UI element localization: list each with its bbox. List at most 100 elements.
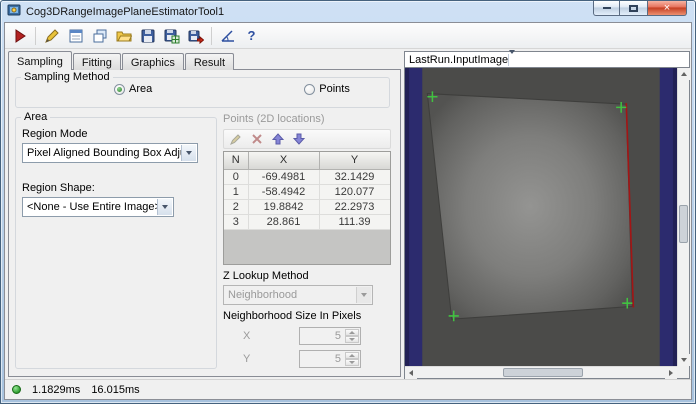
column-header-n: N xyxy=(224,152,249,170)
radio-points-label: Points xyxy=(319,83,350,95)
radio-area[interactable]: Area xyxy=(114,83,152,95)
horizontal-scroll-thumb[interactable] xyxy=(502,368,583,377)
range-plane-quad xyxy=(426,92,633,320)
range-image xyxy=(405,68,677,366)
angle-icon xyxy=(220,29,234,42)
triangle-left-icon xyxy=(409,370,413,376)
region-shape-combo[interactable]: <None - Use Entire Image> xyxy=(22,197,174,217)
scroll-right-button[interactable] xyxy=(665,367,677,379)
triangle-down-icon xyxy=(681,358,687,362)
region-mode-combo[interactable]: Pixel Aligned Bounding Box Adjust Mask xyxy=(22,143,198,163)
chevron-down-icon[interactable] xyxy=(157,199,172,215)
radio-points[interactable]: Points xyxy=(304,83,350,95)
z-lookup-combo: Neighborhood xyxy=(223,285,373,305)
cell-x: -69.4981 xyxy=(248,169,320,185)
cascade-windows-button[interactable] xyxy=(88,25,111,47)
help-button[interactable]: ? xyxy=(240,25,263,47)
scroll-left-button[interactable] xyxy=(405,367,417,379)
cell-y: 120.077 xyxy=(319,184,390,200)
cell-y: 111.39 xyxy=(319,214,390,230)
toolbar-separator xyxy=(211,26,212,45)
horizontal-scrollbar[interactable] xyxy=(405,366,677,379)
table-row: 2 19.8842 22.2973 xyxy=(224,199,390,215)
neighborhood-x-row: X 5 xyxy=(243,327,393,345)
chevron-down-icon[interactable] xyxy=(508,49,516,66)
x-label: X xyxy=(243,330,251,342)
add-point-icon xyxy=(230,134,241,145)
cell-n: 2 xyxy=(224,199,249,215)
tab-strip: Sampling Fitting Graphics Result xyxy=(8,51,401,70)
sampling-method-group: Sampling Method Area Points xyxy=(15,71,390,108)
save-button[interactable] xyxy=(136,25,159,47)
tab-result[interactable]: Result xyxy=(184,53,235,70)
spin-down-icon xyxy=(345,336,359,343)
points-section-label: Points (2D locations) xyxy=(223,113,325,125)
cell-y: 22.2973 xyxy=(319,199,390,215)
vertical-scrollbar[interactable] xyxy=(677,68,690,366)
cell-n: 0 xyxy=(224,169,249,185)
points-toolbar xyxy=(223,129,391,149)
chevron-down-icon xyxy=(356,287,371,303)
app-icon xyxy=(7,3,21,20)
save-icon xyxy=(141,29,154,42)
cell-y: 32.1429 xyxy=(319,169,390,185)
minimize-button[interactable] xyxy=(593,1,620,16)
image-display xyxy=(404,68,690,379)
cell-x: 28.861 xyxy=(248,214,320,230)
sampling-method-label: Sampling Method xyxy=(24,71,110,83)
vertical-scroll-thumb[interactable] xyxy=(679,205,688,244)
column-header-x: X xyxy=(248,152,320,170)
close-icon: × xyxy=(663,1,671,14)
x-size-stepper: 5 xyxy=(299,327,361,345)
close-button[interactable]: × xyxy=(647,1,687,16)
display-image-value: LastRun.InputImage xyxy=(409,53,509,66)
triangle-up-icon xyxy=(681,72,687,76)
area-group-label: Area xyxy=(24,111,48,123)
chevron-down-icon[interactable] xyxy=(181,145,196,161)
range-image-viewport[interactable] xyxy=(405,68,677,366)
tab-graphics[interactable]: Graphics xyxy=(121,53,184,70)
status-time-1: 1.1829ms xyxy=(32,383,81,396)
open-button[interactable] xyxy=(112,25,135,47)
delete-point-button xyxy=(248,131,266,147)
left-panel: Sampling Fitting Graphics Result Samplin… xyxy=(5,49,403,379)
main-toolbar: ? xyxy=(5,23,691,49)
titlebar: Cog3DRangeImagePlaneEstimatorTool1 × xyxy=(1,1,695,22)
tab-fitting[interactable]: Fitting xyxy=(72,53,121,70)
save-record-button[interactable] xyxy=(160,25,183,47)
tool-window-button[interactable] xyxy=(64,25,87,47)
angle-tool-button[interactable] xyxy=(216,25,239,47)
open-icon xyxy=(116,31,132,41)
neighborhood-y-row: Y 5 xyxy=(243,350,393,368)
main-area: Sampling Fitting Graphics Result Samplin… xyxy=(5,49,691,379)
region-mode-label: Region Mode xyxy=(22,128,88,140)
app-window: Cog3DRangeImagePlaneEstimatorTool1 × ? S… xyxy=(0,0,696,404)
region-shape-value: <None - Use Entire Image> xyxy=(27,201,161,213)
y-size-value: 5 xyxy=(334,353,341,365)
sampling-tab-page: Sampling Method Area Points Area Region … xyxy=(8,69,401,377)
run-button[interactable] xyxy=(8,25,31,47)
tab-sampling[interactable]: Sampling xyxy=(8,51,72,70)
window-body: ? Sampling Fitting Graphics Result Sampl… xyxy=(4,22,692,400)
maximize-button[interactable] xyxy=(620,1,647,16)
radio-area-bullet xyxy=(114,83,125,95)
scrollbar-corner xyxy=(677,366,689,378)
scroll-down-button[interactable] xyxy=(678,354,690,366)
spin-up-icon xyxy=(345,329,359,336)
cell-n: 3 xyxy=(224,214,249,230)
move-point-down-button xyxy=(290,131,308,147)
export-icon xyxy=(188,30,204,44)
column-header-y: Y xyxy=(319,152,390,170)
y-label: Y xyxy=(243,353,251,365)
display-image-selector[interactable]: LastRun.InputImage xyxy=(404,49,690,68)
arrow-up-icon xyxy=(272,133,284,145)
points-section: Points (2D locations) N X Y 0 -69.4981 3… xyxy=(221,111,393,369)
export-button[interactable] xyxy=(184,25,207,47)
radio-area-label: Area xyxy=(129,83,153,95)
arrow-down-icon xyxy=(293,133,305,145)
table-row: 3 28.861 111.39 xyxy=(224,214,390,230)
tool-window-icon xyxy=(69,29,82,42)
edit-tool-button[interactable] xyxy=(40,25,63,47)
radio-points-bullet xyxy=(304,83,316,95)
scroll-up-button[interactable] xyxy=(678,68,690,80)
